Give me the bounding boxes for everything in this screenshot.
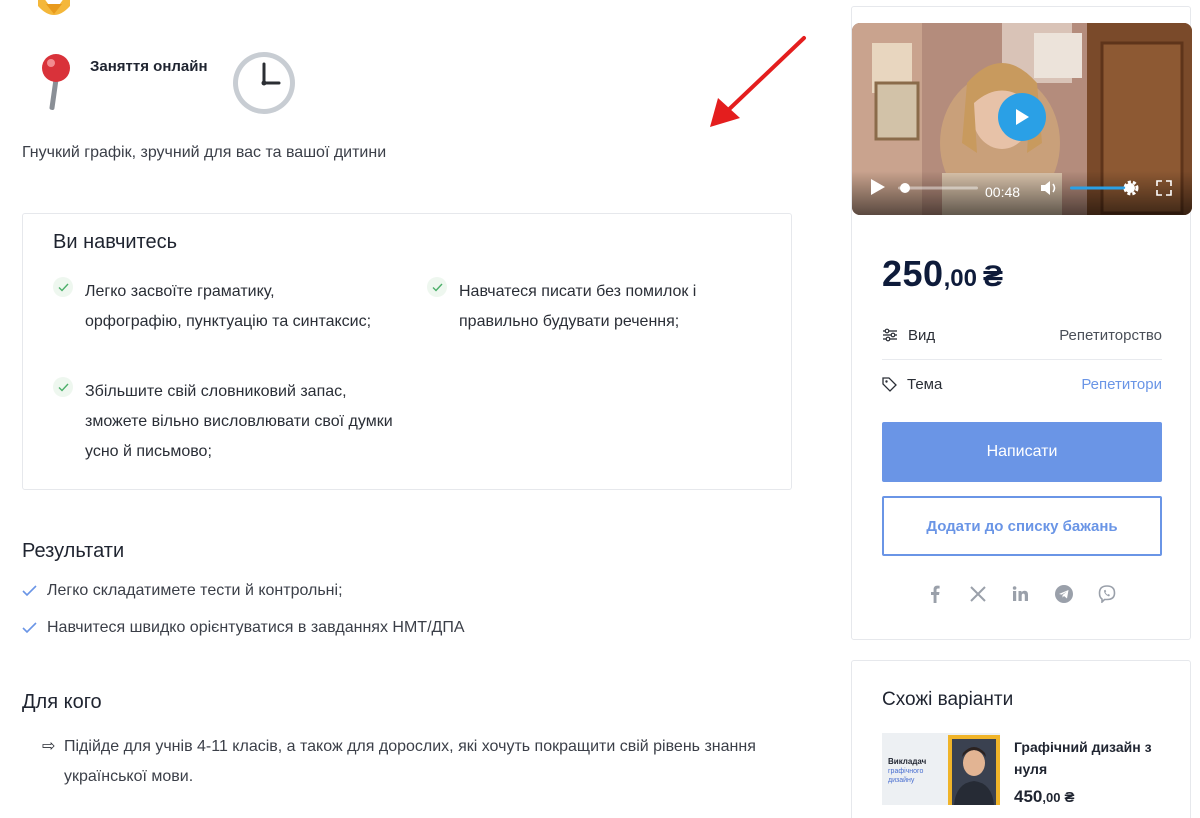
similar-price-cents: ,00 bbox=[1042, 790, 1061, 805]
learn-item: Навчатеся писати без помилок і правильно… bbox=[427, 277, 747, 337]
play-icon[interactable] bbox=[870, 178, 886, 196]
meta-topic-label: Тема bbox=[907, 375, 943, 393]
telegram-icon[interactable] bbox=[1053, 583, 1074, 604]
play-button[interactable] bbox=[998, 93, 1046, 141]
similar-options-title: Схожі варіанти bbox=[882, 689, 1014, 710]
fullscreen-icon[interactable] bbox=[1156, 180, 1172, 196]
learn-item-text: Легко засвоїте граматику, орфографію, пу… bbox=[85, 283, 372, 330]
flexible-schedule-text: Гнучкий графік, зручний для вас та вашої… bbox=[22, 144, 387, 161]
add-to-wishlist-button[interactable]: Додати до списку бажань bbox=[882, 496, 1162, 556]
price-main: 250 bbox=[882, 253, 944, 294]
meta-topic-link[interactable]: Репетитори bbox=[1081, 376, 1162, 393]
right-arrow-icon: ⇨ bbox=[42, 738, 56, 755]
tag-icon bbox=[882, 376, 897, 392]
annotation-arrow-icon bbox=[710, 36, 806, 127]
you-will-learn-card: Ви навчитесь Легко засвоїте граматику, о… bbox=[22, 213, 792, 490]
meta-type-row: Вид Репетиторство bbox=[882, 317, 1162, 353]
clock-icon bbox=[233, 52, 295, 114]
check-icon bbox=[427, 277, 447, 297]
results-title: Результати bbox=[22, 540, 125, 562]
settings-icon[interactable] bbox=[1122, 179, 1140, 197]
for-whom-title: Для кого bbox=[22, 691, 102, 713]
thumbnail-text-line1: Викладач bbox=[888, 757, 927, 766]
online-lessons-label: Заняття онлайн bbox=[90, 58, 208, 75]
teacher-photo bbox=[948, 735, 1000, 805]
price: 250,00 ₴ bbox=[882, 253, 1003, 295]
course-sidebar-card: 00:48 250,00 ₴ Вид Репетиторство Тема Ре… bbox=[851, 6, 1192, 640]
video-player[interactable]: 00:48 bbox=[852, 23, 1192, 215]
bell-emoji-icon bbox=[38, 0, 70, 15]
similar-price-currency: ₴ bbox=[1064, 789, 1075, 806]
check-icon bbox=[22, 585, 37, 597]
learn-item: Легко засвоїте граматику, орфографію, пу… bbox=[53, 277, 373, 337]
similar-options-card: Схожі варіанти Викладач графічного дизай… bbox=[851, 660, 1191, 818]
meta-type-label: Вид bbox=[908, 326, 936, 344]
facebook-icon[interactable] bbox=[924, 583, 945, 604]
social-share-icons bbox=[924, 583, 1117, 604]
result-item: Навчитеся швидко орієнтуватися в завданн… bbox=[22, 619, 465, 637]
thumbnail-text-line2: графічного дизайну bbox=[888, 768, 924, 784]
write-button[interactable]: Написати bbox=[882, 422, 1162, 482]
meta-topic-row: Тема Репетитори bbox=[882, 366, 1162, 402]
meta-type-value: Репетиторство bbox=[1059, 326, 1162, 344]
learn-item-text: Навчатеся писати без помилок і правильно… bbox=[459, 283, 697, 330]
price-currency: ₴ bbox=[982, 260, 1003, 293]
similar-item-price: 450,00 ₴ bbox=[1014, 787, 1074, 807]
meta-divider bbox=[882, 359, 1162, 360]
learn-item-text: Збільшите свій словниковий запас, зможет… bbox=[85, 383, 393, 460]
pushpin-icon bbox=[42, 54, 70, 110]
viber-icon[interactable] bbox=[1096, 583, 1117, 604]
similar-item-name[interactable]: Графічний дизайн з нуля bbox=[1014, 736, 1164, 780]
you-will-learn-title: Ви навчитесь bbox=[53, 231, 178, 253]
check-icon bbox=[53, 277, 73, 297]
for-whom-item: ⇨ Підійде для учнів 4-11 класів, а також… bbox=[42, 732, 802, 792]
video-time: 00:48 bbox=[985, 184, 1021, 200]
x-icon[interactable] bbox=[967, 583, 988, 604]
check-icon bbox=[53, 377, 73, 397]
for-whom-text: Підійде для учнів 4-11 класів, а також д… bbox=[64, 738, 756, 785]
result-item-text: Навчитеся швидко орієнтуватися в завданн… bbox=[47, 619, 465, 636]
video-controls bbox=[852, 171, 1192, 215]
result-item: Легко складатимете тести й контрольні; bbox=[22, 582, 343, 600]
similar-price-main: 450 bbox=[1014, 787, 1043, 806]
result-item-text: Легко складатимете тести й контрольні; bbox=[47, 582, 343, 599]
check-icon bbox=[22, 622, 37, 634]
linkedin-icon[interactable] bbox=[1010, 583, 1031, 604]
sliders-icon bbox=[883, 328, 897, 342]
learn-item: Збільшите свій словниковий запас, зможет… bbox=[53, 377, 393, 467]
price-cents: ,00 bbox=[943, 265, 977, 292]
progress-bar[interactable] bbox=[898, 183, 978, 193]
volume-icon[interactable] bbox=[1040, 179, 1060, 197]
similar-item-thumbnail[interactable]: Викладач графічного дизайну bbox=[882, 733, 1000, 805]
